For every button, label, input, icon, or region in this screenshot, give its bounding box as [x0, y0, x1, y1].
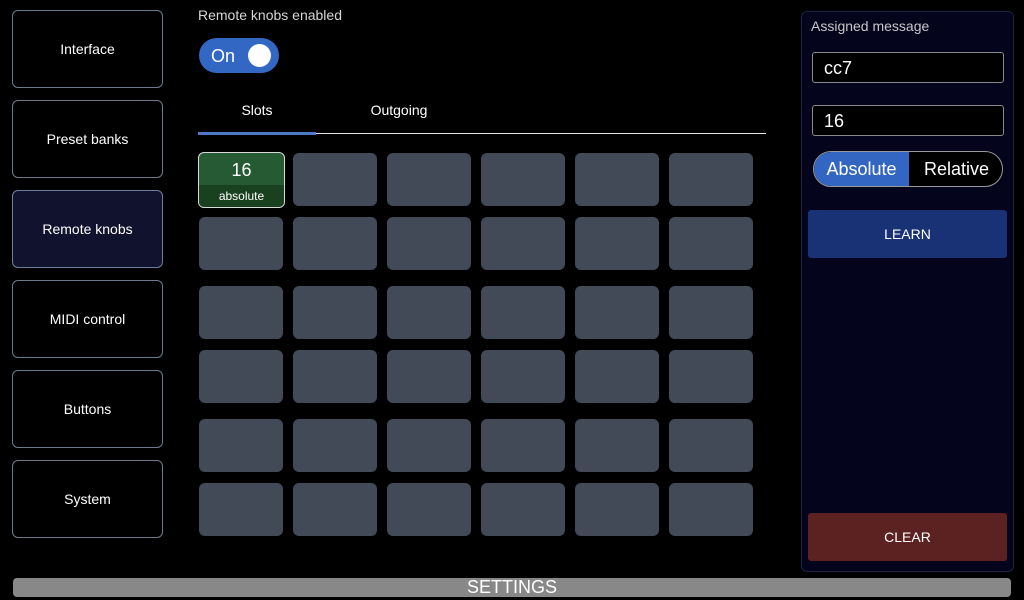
toggle-knob [248, 44, 271, 67]
slot-9[interactable] [387, 217, 471, 270]
slot-10[interactable] [481, 217, 565, 270]
sidebar-item-buttons[interactable]: Buttons [12, 370, 163, 448]
slot-1[interactable]: 16 absolute [198, 152, 285, 208]
sidebar-item-label: Buttons [63, 401, 112, 417]
tab-active-underline [198, 132, 316, 135]
slot-29[interactable] [575, 419, 659, 472]
slot-11[interactable] [575, 217, 659, 270]
settings-label: SETTINGS [466, 577, 557, 597]
slot-27[interactable] [387, 419, 471, 472]
slot-13[interactable] [199, 286, 283, 339]
channel-field[interactable]: 16 [812, 105, 1004, 136]
slot-35[interactable] [575, 483, 659, 536]
slot-26[interactable] [293, 419, 377, 472]
slot-18[interactable] [669, 286, 753, 339]
mode-segmented-control: Absolute Relative [813, 151, 1003, 187]
settings-bar[interactable]: SETTINGS [13, 578, 1011, 597]
learn-button-label: LEARN [884, 226, 931, 242]
slot-24[interactable] [669, 350, 753, 403]
toggle-state-label: On [211, 46, 236, 66]
slot-23[interactable] [575, 350, 659, 403]
absolute-option[interactable]: Absolute [814, 152, 909, 186]
slot-4[interactable] [481, 153, 565, 206]
remote-knobs-toggle[interactable]: On [199, 38, 279, 73]
slot-6[interactable] [669, 153, 753, 206]
slot-17[interactable] [575, 286, 659, 339]
sidebar-item-preset-banks[interactable]: Preset banks [12, 100, 163, 178]
message-field[interactable]: cc7 [812, 52, 1004, 83]
slot-36[interactable] [669, 483, 753, 536]
assignment-panel: Assigned message cc7 16 Absolute Relativ… [801, 11, 1014, 572]
remote-knobs-enabled-label: Remote knobs enabled [198, 7, 342, 23]
sidebar-item-label: Preset banks [46, 131, 129, 147]
relative-option[interactable]: Relative [909, 152, 1002, 186]
slot-33[interactable] [387, 483, 471, 536]
slot-34[interactable] [481, 483, 565, 536]
slot-15[interactable] [387, 286, 471, 339]
learn-button[interactable]: LEARN [808, 210, 1007, 258]
sidebar-item-remote-knobs[interactable]: Remote knobs [12, 190, 163, 268]
slot-19[interactable] [199, 350, 283, 403]
sidebar-item-label: MIDI control [49, 311, 126, 327]
slot-20[interactable] [293, 350, 377, 403]
slot-22[interactable] [481, 350, 565, 403]
sidebar-item-label: Remote knobs [42, 221, 133, 237]
sidebar-item-midi-control[interactable]: MIDI control [12, 280, 163, 358]
slot-16[interactable] [481, 286, 565, 339]
slot-8[interactable] [293, 217, 377, 270]
slot-value: 16 [231, 160, 252, 180]
slot-25[interactable] [199, 419, 283, 472]
slot-32[interactable] [293, 483, 377, 536]
slot-14[interactable] [293, 286, 377, 339]
slot-31[interactable] [199, 483, 283, 536]
tab-outgoing-label: Outgoing [370, 102, 428, 118]
tab-bar: Slots Outgoing [198, 92, 766, 135]
slot-2[interactable] [293, 153, 377, 206]
slot-7[interactable] [199, 217, 283, 270]
assigned-message-label: Assigned message [811, 18, 930, 34]
slot-5[interactable] [575, 153, 659, 206]
slot-28[interactable] [481, 419, 565, 472]
clear-button[interactable]: CLEAR [808, 513, 1007, 561]
sidebar-item-label: Interface [60, 41, 115, 57]
slot-21[interactable] [387, 350, 471, 403]
tab-slots-label: Slots [241, 102, 273, 118]
sidebar-item-interface[interactable]: Interface [12, 10, 163, 88]
slot-3[interactable] [387, 153, 471, 206]
tab-slots[interactable]: Slots [198, 92, 316, 135]
slot-mode: absolute [199, 185, 284, 207]
tab-outgoing[interactable]: Outgoing [340, 92, 458, 134]
slot-12[interactable] [669, 217, 753, 270]
sidebar-item-system[interactable]: System [12, 460, 163, 538]
slot-30[interactable] [669, 419, 753, 472]
clear-button-label: CLEAR [884, 529, 931, 545]
sidebar-item-label: System [64, 491, 111, 507]
